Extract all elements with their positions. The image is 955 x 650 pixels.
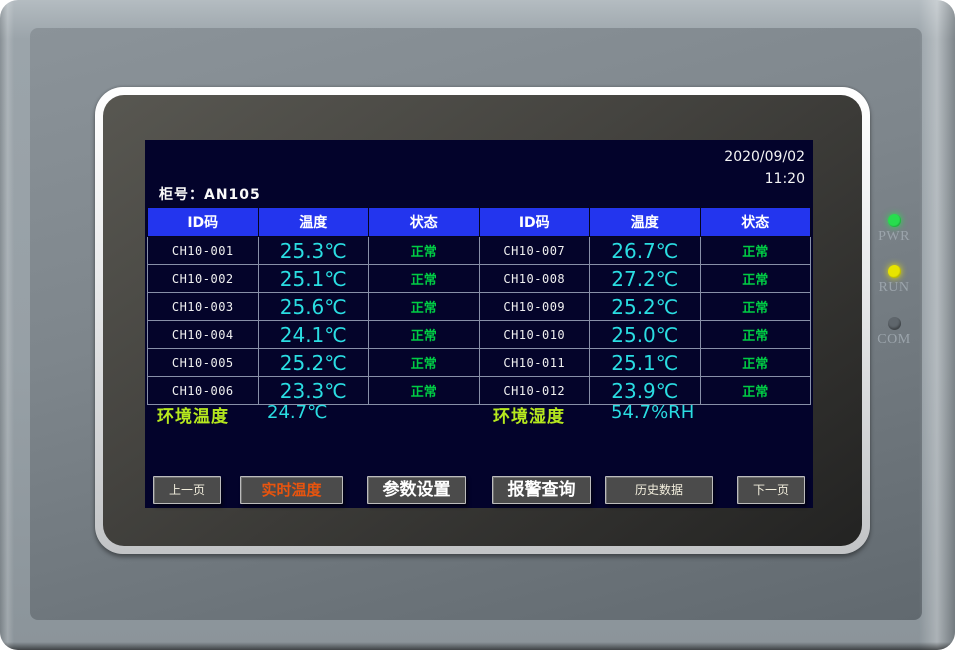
run-led-label: RUN xyxy=(866,280,922,296)
temperature-cell: 25.3℃ xyxy=(258,237,369,265)
status-cell: 正常 xyxy=(369,377,480,405)
table-header-cell: ID码 xyxy=(479,208,590,237)
status-cell: 正常 xyxy=(700,237,811,265)
ambient-temp-label: 环境温度 xyxy=(157,402,229,427)
status-cell: 正常 xyxy=(700,321,811,349)
temperature-cell: 25.1℃ xyxy=(590,349,701,377)
table-header-cell: ID码 xyxy=(148,208,259,237)
status-cell: 正常 xyxy=(700,377,811,405)
com-led-label: COM xyxy=(866,332,922,348)
temperature-cell: 25.0℃ xyxy=(590,321,701,349)
table-row: CH10-00424.1℃正常CH10-01025.0℃正常 xyxy=(148,321,811,349)
table-row: CH10-00623.3℃正常CH10-01223.9℃正常 xyxy=(148,377,811,405)
table-row: CH10-00225.1℃正常CH10-00827.2℃正常 xyxy=(148,265,811,293)
temperature-cell: 23.3℃ xyxy=(258,377,369,405)
channel-id-cell: CH10-008 xyxy=(479,265,590,293)
table-body: CH10-00125.3℃正常CH10-00726.7℃正常CH10-00225… xyxy=(148,237,811,405)
status-cell: 正常 xyxy=(700,265,811,293)
temperature-cell: 25.6℃ xyxy=(258,293,369,321)
channel-id-cell: CH10-012 xyxy=(479,377,590,405)
status-cell: 正常 xyxy=(369,265,480,293)
table-row: CH10-00125.3℃正常CH10-00726.7℃正常 xyxy=(148,237,811,265)
table-header-cell: 状态 xyxy=(700,208,811,237)
status-cell: 正常 xyxy=(700,293,811,321)
datetime-display: 2020/09/02 11:20 xyxy=(724,146,805,190)
history-data-button[interactable]: 历史数据 xyxy=(605,476,713,504)
temperature-cell: 25.2℃ xyxy=(590,293,701,321)
channel-id-cell: CH10-006 xyxy=(148,377,259,405)
temperature-table: ID码温度状态ID码温度状态 CH10-00125.3℃正常CH10-00726… xyxy=(147,207,811,405)
realtime-temp-button[interactable]: 实时温度 xyxy=(240,476,343,504)
next-page-button[interactable]: 下一页 xyxy=(737,476,805,504)
table-row: CH10-00325.6℃正常CH10-00925.2℃正常 xyxy=(148,293,811,321)
run-indicator: RUN xyxy=(866,265,922,296)
status-cell: 正常 xyxy=(369,349,480,377)
status-cell: 正常 xyxy=(369,293,480,321)
alarm-query-button[interactable]: 报警查询 xyxy=(492,476,591,504)
pwr-led-icon xyxy=(888,214,901,227)
ambient-readout: 环境温度 24.7℃ 环境湿度 54.7%RH xyxy=(145,402,813,428)
hmi-device: 2020/09/02 11:20 柜号：AN105 ID码温度状态ID码温度状态… xyxy=(0,0,955,650)
lcd-screen: 2020/09/02 11:20 柜号：AN105 ID码温度状态ID码温度状态… xyxy=(145,140,813,508)
table-header-cell: 温度 xyxy=(258,208,369,237)
status-cell: 正常 xyxy=(369,321,480,349)
ambient-temp-value: 24.7℃ xyxy=(267,402,327,423)
time-display: 11:20 xyxy=(724,168,805,190)
status-cell: 正常 xyxy=(369,237,480,265)
prev-page-button[interactable]: 上一页 xyxy=(153,476,221,504)
pwr-led-label: PWR xyxy=(866,229,922,245)
temperature-cell: 25.1℃ xyxy=(258,265,369,293)
channel-id-cell: CH10-005 xyxy=(148,349,259,377)
date-display: 2020/09/02 xyxy=(724,146,805,168)
table-header-cell: 温度 xyxy=(590,208,701,237)
com-led-icon xyxy=(888,317,901,330)
com-indicator: COM xyxy=(866,317,922,348)
device-left-edge xyxy=(0,0,14,650)
param-settings-button[interactable]: 参数设置 xyxy=(367,476,466,504)
status-cell: 正常 xyxy=(700,349,811,377)
channel-id-cell: CH10-003 xyxy=(148,293,259,321)
temperature-cell: 27.2℃ xyxy=(590,265,701,293)
temperature-cell: 25.2℃ xyxy=(258,349,369,377)
channel-id-cell: CH10-001 xyxy=(148,237,259,265)
channel-id-cell: CH10-011 xyxy=(479,349,590,377)
channel-id-cell: CH10-004 xyxy=(148,321,259,349)
temperature-cell: 26.7℃ xyxy=(590,237,701,265)
table-header-cell: 状态 xyxy=(369,208,480,237)
ambient-humidity-value: 54.7%RH xyxy=(611,402,694,423)
channel-id-cell: CH10-010 xyxy=(479,321,590,349)
temperature-cell: 23.9℃ xyxy=(590,377,701,405)
nav-button-bar: 上一页实时温度参数设置报警查询历史数据下一页 xyxy=(145,476,813,504)
temperature-cell: 24.1℃ xyxy=(258,321,369,349)
channel-id-cell: CH10-007 xyxy=(479,237,590,265)
table-header-row: ID码温度状态ID码温度状态 xyxy=(148,208,811,237)
channel-id-cell: CH10-009 xyxy=(479,293,590,321)
table-row: CH10-00525.2℃正常CH10-01125.1℃正常 xyxy=(148,349,811,377)
channel-id-cell: CH10-002 xyxy=(148,265,259,293)
cabinet-id-label: 柜号：AN105 xyxy=(159,184,261,204)
ambient-humidity-label: 环境湿度 xyxy=(493,402,565,427)
run-led-icon xyxy=(888,265,901,278)
pwr-indicator: PWR xyxy=(866,214,922,245)
